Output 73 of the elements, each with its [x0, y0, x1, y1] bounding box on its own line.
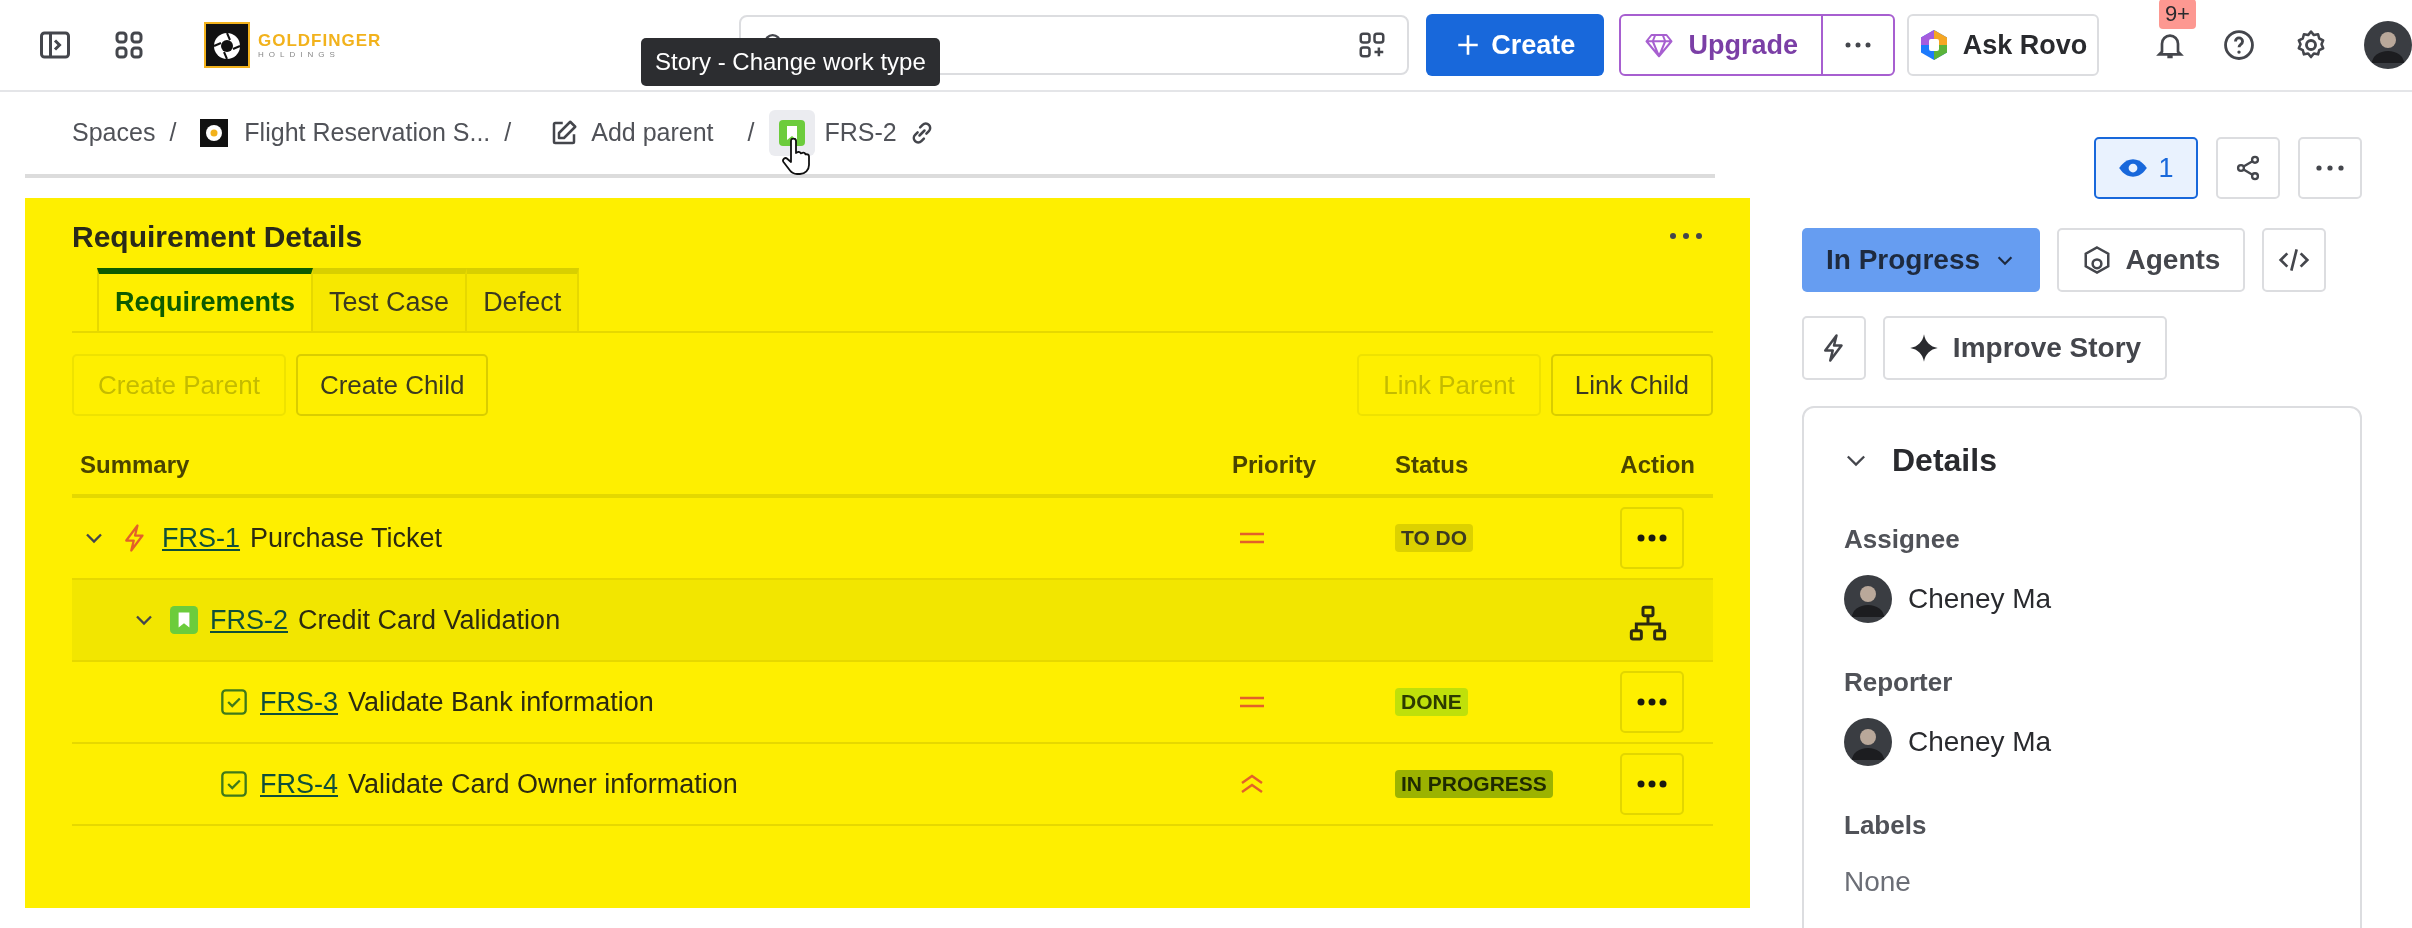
user-name[interactable]: Cheney Ma	[1908, 578, 2052, 620]
user-name[interactable]: Cheney Ma	[1908, 721, 2052, 763]
field-value: None	[1844, 865, 1912, 899]
table-row[interactable]: FRS-3 Validate Bank information DONE	[72, 662, 1713, 744]
tooltip: Story - Change work type	[641, 38, 940, 86]
breadcrumb-separator: /	[504, 117, 512, 149]
breadcrumb-link[interactable]: Flight Reservation S...	[200, 114, 491, 152]
status-badge: DONE	[1395, 688, 1468, 716]
improve-story-button[interactable]: Improve Story	[1883, 316, 2167, 380]
watch-button[interactable]: 1	[2094, 137, 2198, 199]
column-header: Status	[1395, 450, 1470, 480]
issue-key-link[interactable]: FRS-2	[210, 599, 288, 641]
apps-add-icon[interactable]	[1357, 30, 1388, 60]
issue-title: Validate Card Owner information	[348, 767, 738, 801]
hexagon-logo-icon	[1918, 29, 1949, 61]
more-icon	[1637, 698, 1667, 706]
logo-tagline: HOLDINGS	[258, 50, 341, 59]
more-icon	[2315, 164, 2345, 172]
issue-title: Purchase Ticket	[250, 521, 443, 555]
column-header: Action	[1619, 450, 1696, 480]
field-label: Assignee	[1844, 523, 1961, 556]
tab[interactable]: Test Case	[313, 268, 468, 331]
breadcrumb-separator: /	[747, 117, 755, 149]
bookmark-icon	[778, 120, 805, 146]
pointer-cursor-icon	[780, 138, 811, 176]
issue-key-link[interactable]: FRS-4	[260, 763, 338, 805]
row-actions-button[interactable]	[1620, 507, 1684, 569]
logo-aperture-icon	[204, 22, 250, 68]
breadcrumb-separator: /	[169, 117, 177, 149]
more-icon	[1637, 780, 1667, 788]
help-icon[interactable]	[2222, 28, 2256, 62]
issue-key-link[interactable]: FRS-3	[260, 681, 338, 723]
avatar-icon	[1844, 718, 1892, 766]
action-button[interactable]: Create Child	[295, 354, 489, 416]
work-type-button[interactable]	[768, 110, 815, 156]
field-label: Labels	[1844, 809, 1928, 842]
ask-rovo-button[interactable]: Ask Rovo	[1907, 14, 2099, 76]
avatar-icon	[1844, 575, 1892, 623]
share-button[interactable]	[2216, 137, 2280, 199]
tab[interactable]: Defect	[467, 268, 580, 331]
table-row[interactable]: FRS-2 Credit Card Validation	[72, 580, 1713, 662]
issue-title: Validate Bank information	[348, 685, 654, 719]
issue-key-link[interactable]: FRS-2	[824, 114, 897, 152]
details-header[interactable]: Details	[1842, 436, 1997, 484]
more-icon[interactable]	[1669, 232, 1703, 240]
code-button[interactable]	[2262, 228, 2326, 292]
status-badge: TO DO	[1395, 524, 1474, 552]
status-badge: IN PROGRESS	[1395, 770, 1553, 798]
breadcrumb-link[interactable]: Spaces	[72, 114, 156, 152]
more-icon	[1844, 41, 1873, 49]
share-icon	[2234, 154, 2262, 182]
column-header: Priority	[1232, 450, 1318, 480]
status-dropdown[interactable]: In Progress	[1802, 228, 2040, 292]
more-icon	[1637, 534, 1667, 542]
action-button[interactable]: Link Child	[1550, 354, 1713, 416]
tab[interactable]: Requirements	[97, 268, 314, 331]
logo-wordmark: GOLDFINGER	[258, 31, 382, 49]
issue-title: Credit Card Validation	[298, 603, 561, 637]
field-label: Reporter	[1844, 666, 1954, 699]
create-button[interactable]: Create	[1426, 14, 1605, 76]
panel-title: Requirement Details	[72, 218, 363, 255]
notification-badge: 9+	[2158, 0, 2196, 29]
table-row[interactable]: FRS-4 Validate Card Owner information IN PROGRESS	[72, 744, 1713, 826]
column-header: Summary	[79, 450, 191, 480]
row-actions-button[interactable]	[1620, 671, 1684, 733]
space-logo-icon	[200, 119, 229, 147]
automation-button[interactable]	[1802, 316, 1866, 380]
hierarchy-icon[interactable]	[1628, 604, 1668, 644]
avatar-icon[interactable]	[2364, 21, 2412, 69]
add-parent-link[interactable]: Add parent	[549, 114, 714, 152]
row-actions-button[interactable]	[1620, 753, 1684, 815]
issue-key-link[interactable]: FRS-1	[162, 517, 240, 559]
agents-button[interactable]: Agents	[2057, 228, 2245, 292]
